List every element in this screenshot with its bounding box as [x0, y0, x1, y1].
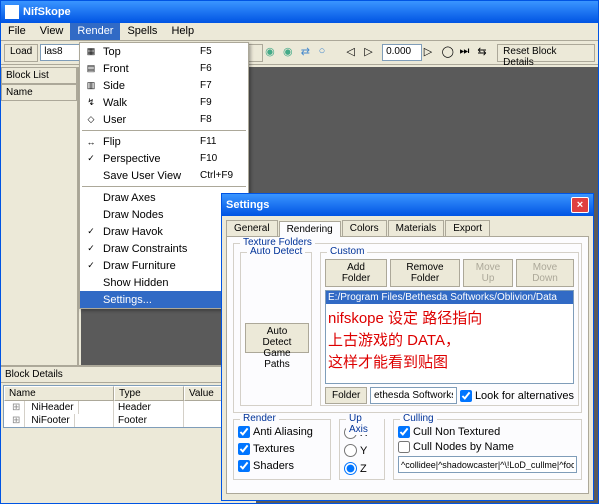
- tab-colors[interactable]: Colors: [342, 220, 387, 236]
- add-folder-button[interactable]: Add Folder: [325, 259, 387, 287]
- moveup-button[interactable]: Move Up: [463, 259, 513, 287]
- tab-rendering[interactable]: Rendering: [279, 221, 341, 237]
- menubar[interactable]: File View Render Spells Help: [1, 23, 598, 41]
- skip-icon[interactable]: ⏭: [459, 45, 475, 61]
- loop-icon[interactable]: ◯: [442, 45, 458, 61]
- link-icon[interactable]: ⇄: [301, 45, 317, 61]
- menu-item-side[interactable]: ▥SideF7: [80, 77, 248, 94]
- settings-title: Settings: [226, 199, 269, 211]
- custom-group: Custom Add Folder Remove Folder Move Up …: [320, 252, 579, 406]
- check-icon: ✓: [83, 243, 99, 254]
- block-details-title: Block Details: [1, 367, 256, 383]
- menu-item-flip[interactable]: ↔FlipF11: [80, 133, 248, 150]
- annotation-text: nifskope 设定 路径指向 上古游戏的 DATA， 这样才能看到贴图: [326, 304, 573, 378]
- next-icon[interactable]: ▷: [424, 45, 440, 61]
- cull-expression-input[interactable]: [398, 456, 577, 473]
- menu-item-saveview[interactable]: Save User ViewCtrl+F9: [80, 167, 248, 184]
- render-group: Render Anti Aliasing Textures Shaders: [233, 419, 331, 480]
- folder-path-input[interactable]: [370, 387, 457, 404]
- table-row[interactable]: ⊞NiHeader Header: [4, 401, 253, 414]
- block-list-title: Block List: [1, 67, 77, 84]
- expand-icon[interactable]: ⊞: [8, 401, 25, 414]
- axis-z-radio[interactable]: Z: [344, 462, 380, 475]
- menu-render[interactable]: Render: [70, 23, 120, 40]
- table-row[interactable]: ⊞NiFooter Footer: [4, 414, 253, 427]
- menu-item-front[interactable]: ▤FrontF6: [80, 60, 248, 77]
- menu-help[interactable]: Help: [164, 23, 201, 40]
- menu-view[interactable]: View: [33, 23, 71, 40]
- switch-icon[interactable]: ⇆: [477, 45, 493, 61]
- settings-titlebar[interactable]: Settings ×: [222, 194, 593, 216]
- menu-item-walk[interactable]: ↯WalkF9: [80, 94, 248, 111]
- app-icon: [5, 5, 19, 19]
- folder-button[interactable]: Folder: [325, 387, 367, 404]
- side-icon: ▥: [83, 80, 99, 91]
- eye-icon[interactable]: ◉: [265, 45, 281, 61]
- play-icon[interactable]: ▷: [364, 45, 380, 61]
- expand-icon[interactable]: ⊞: [8, 414, 25, 427]
- tab-materials[interactable]: Materials: [388, 220, 445, 236]
- block-details-header: Name Type Value: [4, 386, 253, 401]
- prev-icon[interactable]: ◁: [346, 45, 362, 61]
- app-title: NifSkope: [23, 6, 71, 18]
- block-details-grid: Name Type Value ⊞NiHeader Header ⊞NiFoot…: [3, 385, 254, 428]
- folder-list-item[interactable]: E:/Program Files/Bethesda Softworks/Obli…: [326, 291, 573, 304]
- menu-item-perspective[interactable]: ✓PerspectiveF10: [80, 150, 248, 167]
- autodetect-button[interactable]: Auto Detect Game Paths: [245, 323, 309, 353]
- menu-file[interactable]: File: [1, 23, 33, 40]
- block-list-col-name[interactable]: Name: [1, 84, 77, 101]
- look-alternatives-checkbox[interactable]: Look for alternatives: [460, 390, 574, 402]
- tab-body: Texture Folders Auto Detect Auto Detect …: [226, 236, 589, 494]
- menu-item-user[interactable]: ◇UserF8: [80, 111, 248, 128]
- culling-group: Culling Cull Non Textured Cull Nodes by …: [393, 419, 582, 480]
- texture-folders-group: Texture Folders Auto Detect Auto Detect …: [233, 243, 582, 413]
- time-field[interactable]: 0.000: [382, 44, 422, 61]
- remove-folder-button[interactable]: Remove Folder: [390, 259, 460, 287]
- eye2-icon[interactable]: ◉: [283, 45, 299, 61]
- settings-dialog: Settings × General Rendering Colors Mate…: [221, 193, 594, 501]
- cull-nontextured-checkbox[interactable]: Cull Non Textured: [398, 426, 577, 438]
- upaxis-group: Up Axis X Y Z: [339, 419, 385, 480]
- col-type[interactable]: Type: [114, 386, 184, 401]
- globe-icon[interactable]: ○: [319, 45, 335, 61]
- col-name[interactable]: Name: [4, 386, 114, 401]
- walk-icon: ↯: [83, 97, 99, 108]
- close-icon[interactable]: ×: [571, 197, 589, 213]
- axis-y-radio[interactable]: Y: [344, 444, 380, 457]
- autodetect-group: Auto Detect Auto Detect Game Paths: [240, 252, 312, 406]
- flip-icon: ↔: [83, 137, 99, 147]
- settings-tabs: General Rendering Colors Materials Expor…: [222, 216, 593, 236]
- folder-list[interactable]: E:/Program Files/Bethesda Softworks/Obli…: [325, 290, 574, 384]
- antialias-checkbox[interactable]: Anti Aliasing: [238, 426, 326, 438]
- block-details-panel: Block Details Name Type Value ⊞NiHeader …: [1, 365, 256, 503]
- menu-spells[interactable]: Spells: [120, 23, 164, 40]
- cull-nodes-checkbox[interactable]: Cull Nodes by Name: [398, 441, 577, 453]
- menu-separator: [82, 130, 246, 131]
- movedown-button[interactable]: Move Down: [516, 259, 574, 287]
- textures-checkbox[interactable]: Textures: [238, 443, 326, 455]
- load-button[interactable]: Load: [4, 44, 38, 62]
- tab-general[interactable]: General: [226, 220, 278, 236]
- tab-export[interactable]: Export: [445, 220, 490, 236]
- check-icon: ✓: [83, 226, 99, 237]
- main-titlebar: NifSkope: [1, 1, 598, 23]
- front-icon: ▤: [83, 63, 99, 74]
- menu-item-top[interactable]: ▦TopF5: [80, 43, 248, 60]
- menu-separator: [82, 186, 246, 187]
- check-icon: ✓: [83, 153, 99, 164]
- shaders-checkbox[interactable]: Shaders: [238, 460, 326, 472]
- user-icon: ◇: [83, 114, 99, 125]
- reset-button[interactable]: Reset Block Details: [497, 44, 595, 62]
- top-icon: ▦: [83, 46, 99, 57]
- check-icon: ✓: [83, 260, 99, 271]
